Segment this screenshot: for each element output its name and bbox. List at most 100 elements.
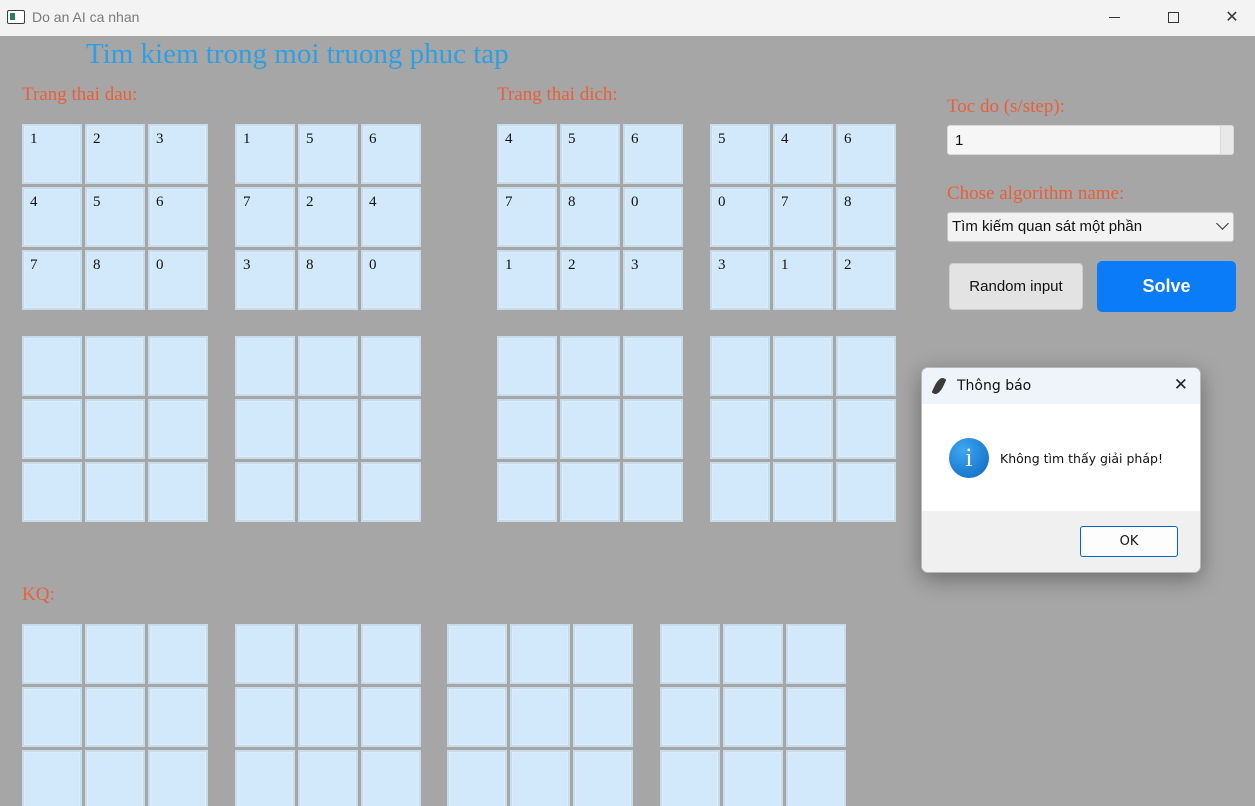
- board-cell[interactable]: [723, 687, 783, 747]
- board-cell[interactable]: [235, 624, 295, 684]
- board-cell[interactable]: [361, 687, 421, 747]
- board-cell[interactable]: [447, 624, 507, 684]
- board-cell[interactable]: [510, 750, 570, 806]
- board-cell[interactable]: [560, 399, 620, 459]
- board-cell[interactable]: [836, 462, 896, 522]
- board-cell[interactable]: [235, 687, 295, 747]
- board-cell[interactable]: 3: [623, 250, 683, 310]
- board-cell[interactable]: [361, 750, 421, 806]
- board-cell[interactable]: [298, 750, 358, 806]
- board-cell[interactable]: [361, 462, 421, 522]
- board-cell[interactable]: [447, 687, 507, 747]
- board-cell[interactable]: [22, 399, 82, 459]
- board-cell[interactable]: [786, 750, 846, 806]
- board-cell[interactable]: 7: [773, 187, 833, 247]
- board-cell[interactable]: [773, 336, 833, 396]
- board-cell[interactable]: [85, 399, 145, 459]
- board-cell[interactable]: [148, 687, 208, 747]
- board-cell[interactable]: [510, 687, 570, 747]
- board-cell[interactable]: [361, 399, 421, 459]
- board-cell[interactable]: 1: [497, 250, 557, 310]
- board-cell[interactable]: [786, 624, 846, 684]
- board-cell[interactable]: [560, 336, 620, 396]
- board-cell[interactable]: [298, 336, 358, 396]
- board-cell[interactable]: 1: [235, 124, 295, 184]
- board-cell[interactable]: 4: [773, 124, 833, 184]
- board-cell[interactable]: 5: [560, 124, 620, 184]
- board-cell[interactable]: 5: [298, 124, 358, 184]
- board-cell[interactable]: [148, 336, 208, 396]
- board-cell[interactable]: [298, 462, 358, 522]
- minimize-button[interactable]: [1085, 0, 1143, 36]
- board-cell[interactable]: [573, 750, 633, 806]
- board-cell[interactable]: 3: [148, 124, 208, 184]
- speed-input[interactable]: 1: [947, 125, 1234, 155]
- board-cell[interactable]: [148, 624, 208, 684]
- board-cell[interactable]: [623, 462, 683, 522]
- board-cell[interactable]: 0: [623, 187, 683, 247]
- board-cell[interactable]: [235, 462, 295, 522]
- board-cell[interactable]: [235, 399, 295, 459]
- board-cell[interactable]: [85, 687, 145, 747]
- board-cell[interactable]: [836, 399, 896, 459]
- board-cell[interactable]: 2: [85, 124, 145, 184]
- board-cell[interactable]: 5: [85, 187, 145, 247]
- board-cell[interactable]: [573, 624, 633, 684]
- board-cell[interactable]: [22, 624, 82, 684]
- board-cell[interactable]: [710, 399, 770, 459]
- maximize-button[interactable]: [1144, 0, 1202, 36]
- board-cell[interactable]: [22, 750, 82, 806]
- board-cell[interactable]: [836, 336, 896, 396]
- board-cell[interactable]: 3: [235, 250, 295, 310]
- board-cell[interactable]: [361, 624, 421, 684]
- board-cell[interactable]: [298, 399, 358, 459]
- board-cell[interactable]: [710, 336, 770, 396]
- board-cell[interactable]: 2: [836, 250, 896, 310]
- board-cell[interactable]: [85, 462, 145, 522]
- board-cell[interactable]: [710, 462, 770, 522]
- board-cell[interactable]: [623, 336, 683, 396]
- board-cell[interactable]: [660, 687, 720, 747]
- board-cell[interactable]: [85, 750, 145, 806]
- board-cell[interactable]: [22, 687, 82, 747]
- board-cell[interactable]: [148, 462, 208, 522]
- board-cell[interactable]: 8: [85, 250, 145, 310]
- board-cell[interactable]: [235, 750, 295, 806]
- board-cell[interactable]: 8: [560, 187, 620, 247]
- board-cell[interactable]: [447, 750, 507, 806]
- board-cell[interactable]: [22, 336, 82, 396]
- board-cell[interactable]: 6: [836, 124, 896, 184]
- board-cell[interactable]: [22, 462, 82, 522]
- board-cell[interactable]: [235, 336, 295, 396]
- board-cell[interactable]: [660, 624, 720, 684]
- board-cell[interactable]: 1: [773, 250, 833, 310]
- board-cell[interactable]: [85, 624, 145, 684]
- board-cell[interactable]: [560, 462, 620, 522]
- board-cell[interactable]: 2: [298, 187, 358, 247]
- board-cell[interactable]: [497, 462, 557, 522]
- board-cell[interactable]: [497, 336, 557, 396]
- board-cell[interactable]: 4: [22, 187, 82, 247]
- board-cell[interactable]: [148, 750, 208, 806]
- board-cell[interactable]: 4: [497, 124, 557, 184]
- solve-button[interactable]: Solve: [1097, 261, 1236, 312]
- board-cell[interactable]: 0: [361, 250, 421, 310]
- board-cell[interactable]: [85, 336, 145, 396]
- board-cell[interactable]: [298, 687, 358, 747]
- board-cell[interactable]: [786, 687, 846, 747]
- board-cell[interactable]: [298, 624, 358, 684]
- board-cell[interactable]: 6: [148, 187, 208, 247]
- board-cell[interactable]: [773, 462, 833, 522]
- ok-button[interactable]: OK: [1080, 526, 1178, 557]
- speed-spinner[interactable]: [1220, 126, 1233, 154]
- board-cell[interactable]: [148, 399, 208, 459]
- board-cell[interactable]: [510, 624, 570, 684]
- board-cell[interactable]: 3: [710, 250, 770, 310]
- random-input-button[interactable]: Random input: [949, 263, 1083, 310]
- board-cell[interactable]: 6: [361, 124, 421, 184]
- board-cell[interactable]: 4: [361, 187, 421, 247]
- dialog-close-button[interactable]: ✕: [1174, 375, 1188, 395]
- board-cell[interactable]: [623, 399, 683, 459]
- board-cell[interactable]: [723, 624, 783, 684]
- board-cell[interactable]: 7: [22, 250, 82, 310]
